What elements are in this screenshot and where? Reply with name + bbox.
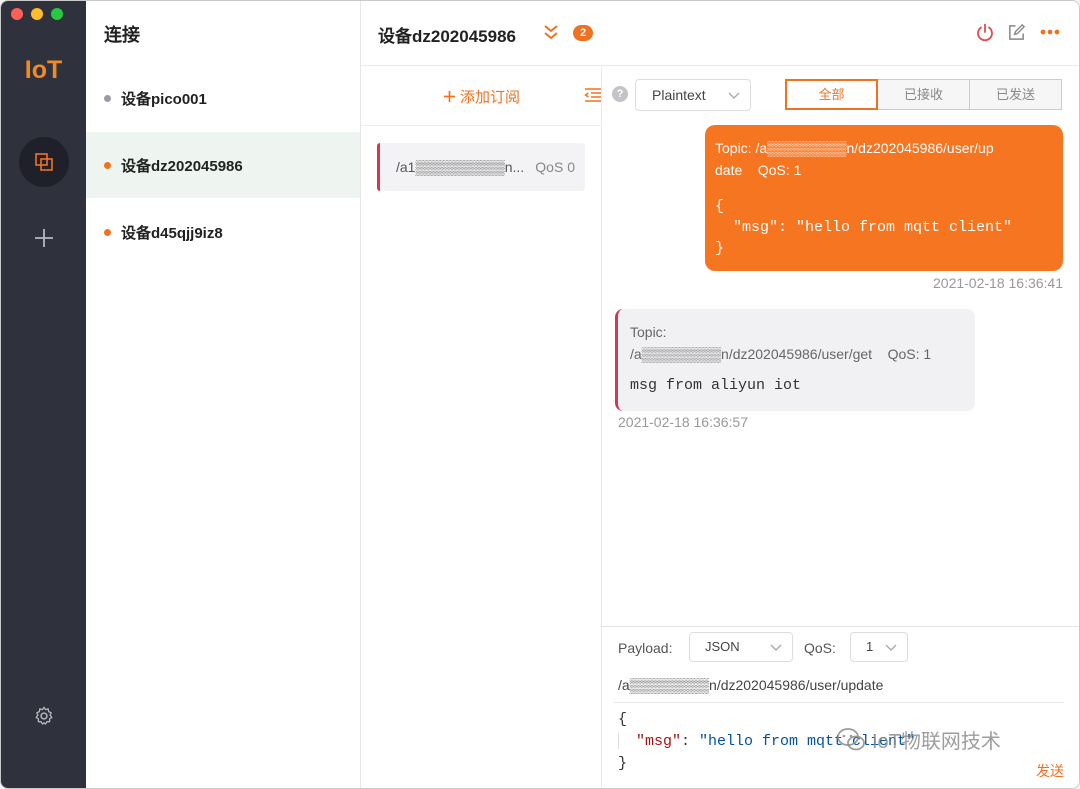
message-format-value: Plaintext [652,87,706,103]
connection-label: 设备dz202045986 [121,157,243,175]
connection-label: 设备d45qjj9iz8 [121,224,223,242]
chevron-down-icon [885,644,897,651]
plus-icon [35,229,53,247]
unread-count-badge: 2 [573,25,593,41]
qos-value: 1 [866,639,874,654]
connection-header: 设备dz202045986 2 [361,1,1079,66]
app-window: IoT 连接 设备pico001 设备dz202045986 设备d45qjj9… [0,0,1080,789]
new-connection-button[interactable] [19,213,69,263]
window-controls [11,8,63,20]
connection-item-pico001[interactable]: 设备pico001 [86,65,360,131]
subscriptions-toolbar: 添加订阅 [361,66,602,126]
plus-icon [443,90,456,103]
message-payload: msg from aliyun iot [630,377,802,394]
collapse-list-icon[interactable] [584,86,602,104]
publish-composer: Payload: JSON QoS: 1 /a▒▒▒▒▒▒▒▒n/dz20204… [602,626,1079,788]
add-subscription-button[interactable]: 添加订阅 [443,86,520,107]
message-payload: { "msg": "hello from mqtt client" } [715,198,1013,257]
qos-select[interactable]: 1 [850,632,908,662]
publish-topic-input[interactable]: /a▒▒▒▒▒▒▒▒n/dz202045986/user/update [618,677,883,693]
payload-format-value: JSON [705,639,740,654]
filter-tab-sent[interactable]: 已发送 [969,79,1062,110]
outgoing-message-bubble: Topic: /a▒▒▒▒▒▒▒▒n/dz202045986/user/up d… [705,125,1063,271]
message-format-select[interactable]: Plaintext [635,79,751,111]
message-timestamp: 2021-02-18 16:36:41 [933,275,1063,291]
more-options-icon[interactable] [1040,28,1060,36]
connection-item-dz202045986[interactable]: 设备dz202045986 [86,132,360,198]
subscription-qos: QoS 0 [535,159,575,175]
connection-list-panel: 连接 设备pico001 设备dz202045986 设备d45qjj9iz8 [86,1,361,788]
payload-label: Payload: [618,640,673,656]
connection-item-d45qjj9iz8[interactable]: 设备d45qjj9iz8 [86,199,360,265]
connections-nav-button[interactable] [19,137,69,187]
filter-tab-all[interactable]: 全部 [785,79,878,110]
message-timestamp: 2021-02-18 16:36:57 [618,414,748,430]
disconnect-power-icon[interactable] [975,23,995,43]
connections-title: 连接 [104,25,140,45]
wechat-icon [837,727,865,750]
chevron-down-icon [770,644,782,651]
settings-button[interactable] [19,691,69,741]
message-topic: Topic: /a▒▒▒▒▒▒▒▒n/dz202045986/user/up d… [715,140,994,178]
edit-icon[interactable] [1007,23,1026,42]
divider [614,702,1064,703]
chevron-down-icon [728,92,740,99]
close-window-button[interactable] [11,8,23,20]
watermark-text: IoT物联网技术 [872,731,1001,753]
message-qos: QoS: 1 [887,346,932,362]
message-filter-tabs: 全部 已接收 已发送 [785,79,1062,110]
app-logo: IoT [24,56,63,84]
connection-title: 设备dz202045986 [378,27,516,46]
qos-label: QoS: [804,640,836,656]
minimize-window-button[interactable] [31,8,43,20]
gear-icon [35,706,53,725]
subscriptions-panel: 添加订阅 /a1▒▒▒▒▒▒▒▒▒n... QoS 0 [361,66,602,788]
connections-icon [35,153,53,171]
incoming-message-bubble: Topic: /a▒▒▒▒▒▒▒▒n/dz202045986/user/get … [615,309,975,411]
message-topic: Topic: /a▒▒▒▒▒▒▒▒n/dz202045986/user/get … [630,324,932,362]
help-icon[interactable]: ? [612,86,628,102]
add-subscription-label: 添加订阅 [460,89,521,106]
status-dot [104,161,111,169]
double-chevron-down-icon[interactable] [543,23,559,41]
send-button[interactable]: 发送 [1036,761,1064,781]
subscription-item[interactable]: /a1▒▒▒▒▒▒▒▒▒n... QoS 0 [377,143,585,191]
watermark: IoT物联网技术 [836,725,1001,754]
filter-tab-received[interactable]: 已接收 [877,79,970,110]
status-dot [104,94,111,102]
connection-label: 设备pico001 [121,90,207,108]
left-rail: IoT [1,1,86,788]
message-qos: QoS: 1 [757,162,802,178]
subscription-topic: /a1▒▒▒▒▒▒▒▒▒n... [396,159,525,175]
messages-pane: ? Plaintext 全部 已接收 已发送 Topic: /a▒▒▒▒▒▒▒▒… [602,66,1079,626]
payload-format-select[interactable]: JSON [689,632,793,662]
zoom-window-button[interactable] [51,8,63,20]
status-dot [104,228,111,236]
